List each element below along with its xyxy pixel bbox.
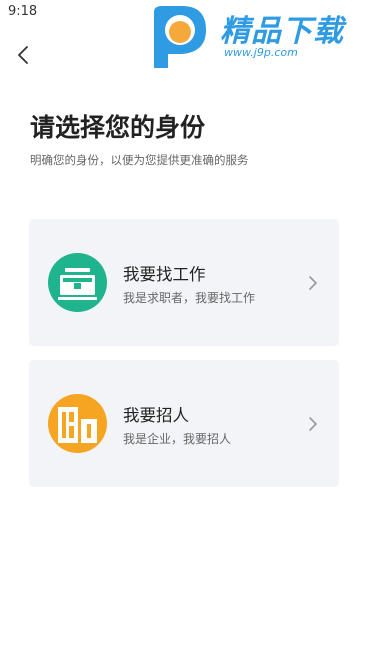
role-card-job-seeker[interactable]: 我要找工作 我是求职者，我要找工作 <box>29 219 339 346</box>
role-description: 我是企业，我要招人 <box>123 432 232 446</box>
page-title: 请选择您的身份 <box>30 113 206 142</box>
chevron-right-icon <box>309 276 317 290</box>
briefcase-icon <box>48 253 107 312</box>
status-time: 9:18 <box>8 4 38 19</box>
page-subtitle: 明确您的身份，以便为您提供更准确的服务 <box>30 153 249 167</box>
watermark-url: www.j9p.com <box>224 46 298 59</box>
role-title: 我要招人 <box>123 406 189 425</box>
watermark-logo-icon <box>154 6 206 68</box>
chevron-right-icon <box>309 417 317 431</box>
back-arrow-icon <box>18 46 28 64</box>
building-icon <box>48 394 107 453</box>
watermark: 精品下载 www.j9p.com <box>140 0 368 72</box>
role-title: 我要找工作 <box>123 265 206 284</box>
back-button[interactable] <box>10 42 36 68</box>
watermark-title: 精品下载 <box>220 14 344 49</box>
role-description: 我是求职者，我要找工作 <box>123 291 256 305</box>
role-card-employer[interactable]: 我要招人 我是企业，我要招人 <box>29 360 339 487</box>
